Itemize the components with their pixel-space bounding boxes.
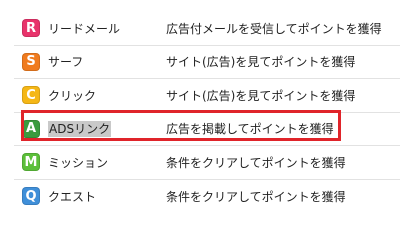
m-icon: M — [22, 153, 40, 172]
r-icon: R — [22, 19, 40, 38]
list-item-quest[interactable]: Q クエスト 条件をクリアしてポイントを獲得 — [14, 180, 400, 214]
item-description: 広告付メールを受信してポイントを獲得 — [166, 21, 382, 36]
list-item-surf[interactable]: S サーフ サイト(広告)を見てポイントを獲得 — [14, 46, 400, 79]
list-item-read-mail[interactable]: R リードメール 広告付メールを受信してポイントを獲得 — [14, 12, 400, 46]
item-description: サイト(広告)を見てポイントを獲得 — [166, 88, 356, 103]
item-label[interactable]: クリック — [48, 87, 158, 104]
item-label[interactable]: ADSリンク — [48, 120, 158, 138]
content-area: R リードメール 広告付メールを受信してポイントを獲得 S サーフ サイト(広告… — [0, 0, 408, 226]
a-icon: A — [22, 119, 40, 138]
item-label[interactable]: ミッション — [48, 154, 158, 171]
item-description: 条件をクリアしてポイントを獲得 — [166, 155, 346, 170]
item-description: サイト(広告)を見てポイントを獲得 — [166, 55, 356, 70]
item-description: 広告を掲載してポイントを獲得 — [166, 122, 334, 137]
list-item-mission[interactable]: M ミッション 条件をクリアしてポイントを獲得 — [14, 146, 400, 180]
item-label[interactable]: サーフ — [48, 53, 158, 70]
list-item-click[interactable]: C クリック サイト(広告)を見てポイントを獲得 — [14, 79, 400, 113]
s-icon: S — [22, 52, 40, 71]
item-description: 条件をクリアしてポイントを獲得 — [166, 189, 346, 204]
q-icon: Q — [22, 187, 40, 206]
item-label[interactable]: クエスト — [48, 188, 158, 205]
item-label[interactable]: リードメール — [48, 20, 158, 37]
list-item-ads-link[interactable]: A ADSリンク 広告を掲載してポイントを獲得 — [14, 113, 400, 146]
selected-text: ADSリンク — [48, 121, 112, 138]
c-icon: C — [22, 86, 40, 105]
service-list: R リードメール 広告付メールを受信してポイントを獲得 S サーフ サイト(広告… — [14, 12, 400, 213]
